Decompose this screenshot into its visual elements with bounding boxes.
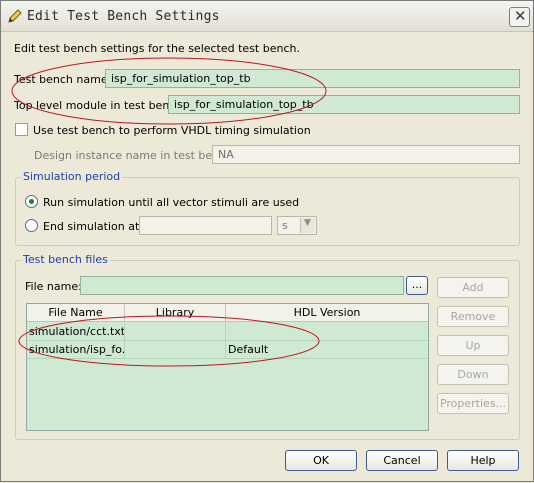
- table-row[interactable]: simulation/isp_fo... Default: [27, 341, 428, 359]
- remove-button[interactable]: Remove: [437, 306, 509, 327]
- column-header-library[interactable]: Library: [125, 304, 226, 321]
- pencil-icon: [8, 9, 22, 23]
- dialog-description: Edit test bench settings for the selecte…: [14, 42, 300, 55]
- file-cell: simulation/isp_fo...: [27, 341, 125, 359]
- chevron-down-icon: ▼: [300, 218, 315, 233]
- file-cell: simulation/cct.txt: [27, 323, 125, 341]
- help-button[interactable]: Help: [447, 450, 519, 471]
- time-unit-value: s: [282, 219, 288, 232]
- design-instance-input[interactable]: NA: [212, 145, 520, 164]
- simulation-period-group: [15, 177, 520, 246]
- simulation-period-title: Simulation period: [21, 170, 123, 183]
- end-at-label: End simulation at:: [43, 220, 143, 233]
- up-button[interactable]: Up: [437, 335, 509, 356]
- run-all-radio[interactable]: [25, 195, 38, 208]
- top-level-module-label: Top level module in test bench:: [14, 99, 187, 112]
- time-unit-select[interactable]: s ▼: [277, 216, 317, 235]
- files-table: File Name Library HDL Version simulation…: [26, 303, 429, 431]
- column-header-hdl-version[interactable]: HDL Version: [226, 304, 428, 321]
- vhdl-timing-checkbox[interactable]: [15, 123, 28, 136]
- column-header-file-name[interactable]: File Name: [27, 304, 125, 321]
- test-bench-name-input[interactable]: isp_for_simulation_top_tb: [105, 69, 520, 88]
- library-cell: [125, 323, 226, 341]
- table-row[interactable]: simulation/cct.txt: [27, 323, 428, 341]
- run-all-label: Run simulation until all vector stimuli …: [43, 196, 300, 209]
- hdl-cell: [226, 323, 428, 341]
- test-bench-files-title: Test bench files: [21, 253, 110, 266]
- cancel-button[interactable]: Cancel: [366, 450, 438, 471]
- properties-button[interactable]: Properties...: [437, 393, 509, 414]
- file-name-label: File name:: [25, 280, 82, 293]
- radio-selected-dot: [29, 199, 34, 204]
- table-header: File Name Library HDL Version: [27, 304, 428, 322]
- annotation-ellipse-fields: [11, 57, 327, 125]
- end-time-input[interactable]: [139, 216, 272, 235]
- down-button[interactable]: Down: [437, 364, 509, 385]
- edit-test-bench-dialog: Edit Test Bench Settings ✕ Edit test ben…: [0, 0, 534, 482]
- window-title: Edit Test Bench Settings: [27, 9, 220, 24]
- close-icon: ✕: [514, 7, 527, 25]
- ok-button[interactable]: OK: [285, 450, 357, 471]
- browse-button[interactable]: ...: [406, 276, 428, 295]
- file-name-input[interactable]: [80, 276, 404, 295]
- add-button[interactable]: Add: [437, 277, 509, 298]
- vhdl-timing-label: Use test bench to perform VHDL timing si…: [33, 124, 311, 137]
- end-at-radio[interactable]: [25, 219, 38, 232]
- design-instance-label: Design instance name in test bench:: [34, 149, 236, 162]
- title-bar: Edit Test Bench Settings ✕: [1, 1, 533, 32]
- test-bench-name-label: Test bench name:: [14, 73, 112, 86]
- close-button[interactable]: ✕: [509, 7, 530, 27]
- top-level-module-input[interactable]: isp_for_simulation_top_tb: [168, 95, 520, 114]
- library-cell: [125, 341, 226, 359]
- hdl-cell: Default: [228, 343, 269, 356]
